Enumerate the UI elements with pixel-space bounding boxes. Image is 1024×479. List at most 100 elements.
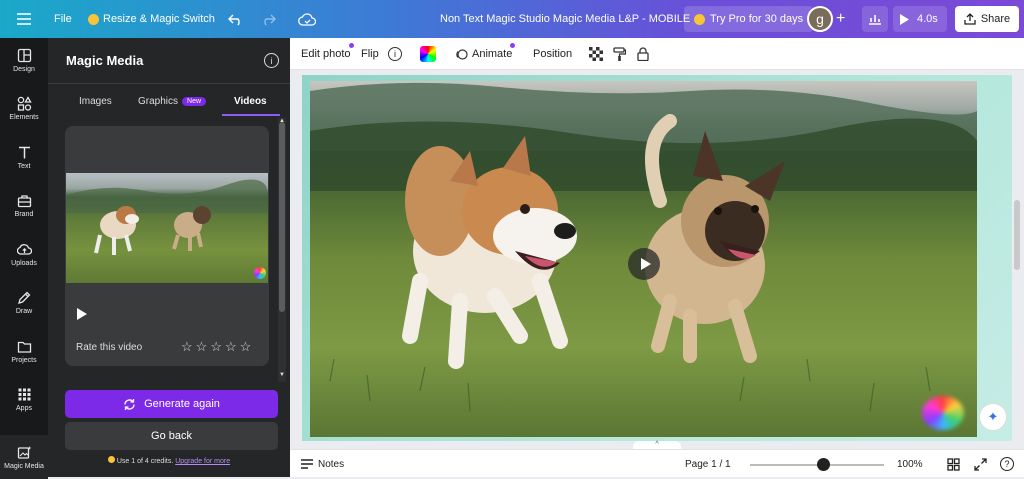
- tab-graphics[interactable]: Graphics New: [138, 96, 207, 107]
- try-pro-button[interactable]: Try Pro for 30 days: [684, 6, 814, 32]
- magic-assistant-icon[interactable]: ✦: [979, 403, 1007, 431]
- rail-label: Brand: [14, 210, 34, 218]
- play-icon[interactable]: [77, 308, 87, 320]
- upgrade-link[interactable]: Upgrade for more: [175, 458, 230, 465]
- video-thumbnail[interactable]: [66, 173, 268, 283]
- star-5-icon[interactable]: ☆: [240, 340, 252, 353]
- present-button[interactable]: 4.0s: [893, 6, 947, 32]
- video-play-button[interactable]: [628, 248, 660, 280]
- transparency-icon[interactable]: [589, 38, 603, 70]
- file-menu[interactable]: File: [54, 0, 72, 38]
- insights-icon[interactable]: [862, 6, 888, 32]
- cloud-saved-icon[interactable]: [298, 0, 316, 38]
- rail-item-magic-media[interactable]: Magic Media: [0, 435, 48, 479]
- share-icon: [964, 13, 976, 25]
- new-feature-dot: [349, 43, 354, 48]
- flip-button[interactable]: Flip: [361, 38, 379, 70]
- show-pages-handle[interactable]: ^: [633, 441, 681, 449]
- text-icon: [18, 146, 30, 158]
- lock-icon[interactable]: [637, 38, 649, 70]
- rail-label: Elements: [9, 113, 39, 121]
- play-icon: [900, 13, 909, 25]
- rail-item-brand[interactable]: Brand: [0, 183, 48, 227]
- resize-label: Resize & Magic Switch: [103, 13, 215, 25]
- notes-icon: [301, 459, 313, 469]
- position-button[interactable]: Position: [533, 38, 572, 70]
- rail-item-design[interactable]: Design: [0, 38, 48, 82]
- new-badge: New: [182, 96, 207, 106]
- star-1-icon[interactable]: ☆: [181, 340, 193, 353]
- tab-videos[interactable]: Videos: [234, 96, 267, 107]
- crown-icon: [694, 13, 705, 25]
- help-icon[interactable]: ?: [1000, 450, 1014, 478]
- info-icon[interactable]: i: [264, 53, 279, 68]
- credits-note: Use 1 of 4 credits. Upgrade for more: [48, 456, 290, 465]
- go-back-button[interactable]: Go back: [65, 422, 278, 450]
- star-2-icon[interactable]: ☆: [196, 340, 208, 353]
- crown-icon: [107, 456, 115, 463]
- scroll-down-icon[interactable]: ▼: [279, 372, 285, 378]
- animate-label: Animate: [472, 48, 513, 60]
- share-button[interactable]: Share: [955, 6, 1019, 32]
- resize-magic-switch-button[interactable]: Resize & Magic Switch: [88, 0, 215, 38]
- zoom-slider-knob[interactable]: [817, 458, 831, 471]
- grid-view-icon[interactable]: [947, 450, 960, 478]
- star-3-icon[interactable]: ☆: [210, 340, 222, 353]
- info-icon[interactable]: i: [388, 38, 402, 70]
- rail-item-draw[interactable]: Draw: [0, 280, 48, 324]
- rail-label: Draw: [15, 307, 33, 315]
- notes-button[interactable]: Notes: [301, 450, 344, 478]
- add-collaborator-icon[interactable]: +: [836, 0, 845, 38]
- rail-label: Projects: [11, 356, 37, 364]
- video-result-card[interactable]: Rate this video ☆ ☆ ☆ ☆ ☆: [65, 126, 269, 366]
- help-glyph: ?: [1000, 457, 1014, 471]
- avatar[interactable]: g: [807, 6, 833, 32]
- color-picker-button[interactable]: [420, 38, 436, 70]
- magic-media-watermark-icon: [922, 396, 964, 430]
- star-4-icon[interactable]: ☆: [225, 340, 237, 353]
- rail-label: Magic Media: [4, 462, 44, 470]
- document-title[interactable]: Non Text Magic Studio Magic Media L&P - …: [440, 0, 690, 38]
- rail-label: Apps: [16, 404, 32, 412]
- color-swatch-icon: [420, 46, 436, 62]
- edit-photo-button[interactable]: Edit photo: [301, 38, 351, 70]
- rail-item-text[interactable]: Text: [0, 135, 48, 179]
- bottom-bar: Notes Page 1 / 1 100% ?: [290, 449, 1024, 477]
- redo-icon[interactable]: [260, 0, 276, 38]
- zoom-level[interactable]: 100%: [897, 450, 923, 478]
- animate-button[interactable]: Animate: [455, 38, 512, 70]
- regenerate-icon: [124, 398, 135, 410]
- magic-media-watermark-icon: [254, 267, 266, 279]
- credits-text: Use 1 of 4 credits.: [116, 458, 174, 465]
- rail-item-elements[interactable]: Elements: [0, 86, 48, 130]
- draw-icon: [17, 291, 30, 304]
- tab-images[interactable]: Images: [79, 96, 112, 107]
- generate-again-label: Generate again: [144, 398, 220, 410]
- panel-scroll-thumb[interactable]: [279, 122, 285, 312]
- canvas-scrollbar[interactable]: [1014, 200, 1020, 270]
- tab-graphics-label: Graphics: [138, 96, 179, 107]
- projects-icon: [17, 341, 31, 353]
- rail-item-apps[interactable]: Apps: [0, 377, 48, 421]
- menu-icon[interactable]: [14, 0, 34, 38]
- page-indicator[interactable]: Page 1 / 1: [685, 450, 731, 478]
- info-glyph: i: [388, 47, 402, 61]
- scroll-up-icon[interactable]: ▲: [279, 118, 285, 124]
- rating-stars: ☆ ☆ ☆ ☆ ☆: [181, 340, 251, 353]
- rail-item-projects[interactable]: Projects: [0, 329, 48, 373]
- try-pro-label: Try Pro for 30 days: [710, 13, 804, 25]
- rail-label: Design: [13, 65, 35, 73]
- undo-icon[interactable]: [228, 0, 244, 38]
- rail-item-uploads[interactable]: Uploads: [0, 232, 48, 276]
- side-rail: Design Elements Text Brand Uploads Draw …: [0, 38, 48, 479]
- rate-video-label: Rate this video: [76, 342, 143, 353]
- paint-roller-icon[interactable]: [613, 38, 626, 70]
- top-bar: File Resize & Magic Switch Non Text Magi…: [0, 0, 1024, 38]
- divider: [48, 83, 290, 84]
- generate-again-button[interactable]: Generate again: [65, 390, 278, 418]
- active-tab-indicator: [222, 114, 280, 116]
- apps-icon: [18, 388, 30, 400]
- crown-icon: [88, 13, 99, 25]
- fullscreen-icon[interactable]: [974, 450, 987, 478]
- brand-icon: [17, 194, 31, 207]
